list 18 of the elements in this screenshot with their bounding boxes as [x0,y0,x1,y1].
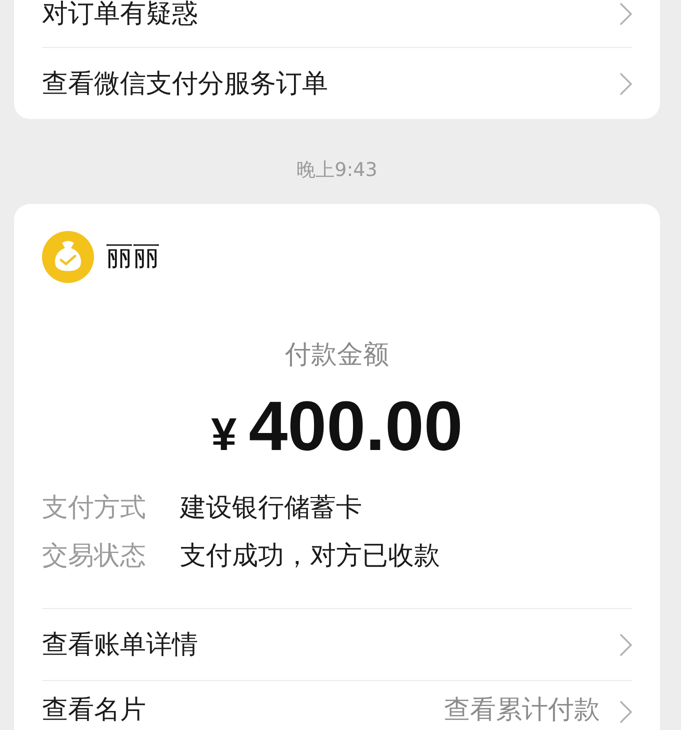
timestamp: 晚上9:43 [296,158,378,183]
menu-link[interactable]: 查看账单详情 [42,630,198,660]
chevron-right-icon [620,3,632,25]
menu-link[interactable]: 查看微信支付分服务订单 [42,68,328,98]
payee-name: 丽丽 [106,241,160,273]
amount-label: 付款金额 [285,340,389,370]
detail-value: 支付成功，对方已收款 [180,540,440,572]
menu-link[interactable]: 查看名片 [42,695,146,725]
chevron-right-icon [620,72,632,94]
detail-label: 交易状态 [42,540,146,572]
menu-link[interactable]: 对订单有疑惑 [42,0,198,29]
chevron-right-icon [620,634,632,656]
detail-label: 支付方式 [42,492,146,524]
detail-value: 建设银行储蓄卡 [180,492,362,524]
money-bag-avatar-icon [42,231,94,283]
chevron-right-icon [620,701,632,723]
currency-symbol: ¥ [211,411,237,457]
amount-value: 400.00 [248,390,463,462]
